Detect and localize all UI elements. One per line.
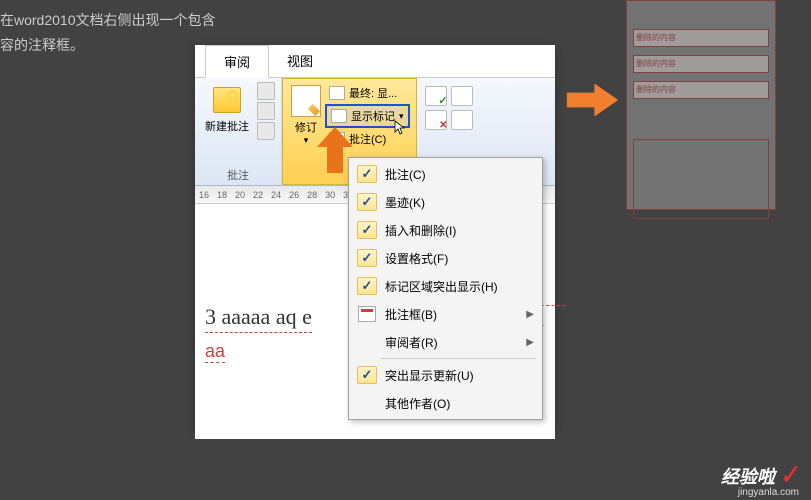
accept-icon[interactable] bbox=[425, 86, 447, 106]
arrow-up-icon bbox=[315, 125, 355, 175]
display-icon bbox=[329, 86, 345, 100]
menu-reviewers[interactable]: 审阅者(R) ▶ bbox=[351, 328, 540, 356]
menu-reviewers-label: 审阅者(R) bbox=[385, 334, 518, 351]
doc-text-1: 3 aaaaa aq e bbox=[205, 304, 312, 333]
check-icon: ✓ bbox=[362, 166, 373, 182]
menu-other-authors[interactable]: 其他作者(O) bbox=[351, 389, 540, 417]
tab-review[interactable]: 审阅 bbox=[205, 45, 269, 78]
menu-formatting-label: 设置格式(F) bbox=[385, 250, 534, 267]
watermark-url: jingyanla.com bbox=[738, 487, 799, 498]
arrow-right-icon bbox=[565, 80, 620, 120]
menu-insertions[interactable]: ✓ 插入和删除(I) bbox=[351, 216, 540, 244]
menu-balloons[interactable]: 批注框(B) ▶ bbox=[351, 300, 540, 328]
ribbon-tabs: 审阅 视图 bbox=[195, 45, 555, 78]
preview-deleted-2: 删除的内容 bbox=[633, 55, 769, 73]
check-icon: ✓ bbox=[362, 194, 373, 210]
new-comment-button[interactable]: 新建批注 bbox=[201, 82, 253, 136]
menu-ink[interactable]: ✓ 墨迹(K) bbox=[351, 188, 540, 216]
menu-ink-label: 墨迹(K) bbox=[385, 194, 534, 211]
reject-icon[interactable] bbox=[425, 110, 447, 130]
show-markup-menu: ✓ 批注(C) ✓ 墨迹(K) ✓ 插入和删除(I) ✓ 设置格式(F) ✓ 标… bbox=[348, 157, 543, 420]
balloon-icon bbox=[358, 306, 376, 322]
track-changes-icon bbox=[291, 85, 321, 117]
next-comment-icon[interactable] bbox=[257, 122, 275, 140]
menu-formatting[interactable]: ✓ 设置格式(F) bbox=[351, 244, 540, 272]
preview-deleted-3: 删除的内容 bbox=[633, 81, 769, 99]
menu-highlight-updates[interactable]: ✓ 突出显示更新(U) bbox=[351, 361, 540, 389]
menu-comments[interactable]: ✓ 批注(C) bbox=[351, 160, 540, 188]
watermark-brand: 经验啦 ✓ bbox=[721, 461, 799, 490]
display-for-review[interactable]: 最终: 显... bbox=[325, 83, 410, 103]
preview-panel: 删除的内容 删除的内容 删除的内容 bbox=[626, 0, 776, 210]
new-comment-icon bbox=[213, 87, 241, 113]
menu-balloons-label: 批注框(B) bbox=[385, 306, 518, 323]
menu-comments-label: 批注(C) bbox=[385, 166, 534, 183]
instruction-text-2: 容的注释框。 bbox=[0, 35, 84, 55]
show-markup-icon bbox=[331, 109, 347, 123]
comments-group: 新建批注 批注 bbox=[195, 78, 282, 185]
check-icon: ✓ bbox=[362, 367, 373, 383]
delete-comment-icon[interactable] bbox=[257, 82, 275, 100]
instruction-text-1: 在word2010文档右侧出现一个包含 bbox=[0, 10, 216, 30]
show-markup-label: 显示标记 bbox=[351, 108, 395, 124]
next-change-icon[interactable] bbox=[451, 110, 473, 130]
check-icon: ✓ bbox=[362, 250, 373, 266]
menu-insertions-label: 插入和删除(I) bbox=[385, 222, 534, 239]
menu-highlight-updates-label: 突出显示更新(U) bbox=[385, 367, 534, 384]
word-window: 审阅 视图 新建批注 批注 修订 bbox=[195, 45, 555, 430]
check-icon: ✓ bbox=[362, 222, 373, 238]
tab-view[interactable]: 视图 bbox=[269, 45, 331, 77]
menu-other-authors-label: 其他作者(O) bbox=[385, 395, 534, 412]
track-changes-label: 修订 bbox=[295, 119, 317, 135]
display-label: 最终: 显... bbox=[349, 85, 397, 101]
menu-area-highlight-label: 标记区域突出显示(H) bbox=[385, 278, 534, 295]
comments-group-label: 批注 bbox=[201, 165, 275, 183]
chevron-right-icon: ▶ bbox=[526, 309, 534, 320]
cursor-icon bbox=[394, 120, 406, 136]
prev-change-icon[interactable] bbox=[451, 86, 473, 106]
prev-comment-icon[interactable] bbox=[257, 102, 275, 120]
new-comment-label: 新建批注 bbox=[205, 118, 249, 134]
doc-text-2: aa bbox=[205, 341, 225, 363]
preview-box bbox=[633, 139, 769, 219]
check-icon: ✓ bbox=[362, 278, 373, 294]
preview-deleted-1: 删除的内容 bbox=[633, 29, 769, 47]
chevron-right-icon: ▶ bbox=[526, 337, 534, 348]
menu-area-highlight[interactable]: ✓ 标记区域突出显示(H) bbox=[351, 272, 540, 300]
menu-separator bbox=[381, 358, 536, 359]
